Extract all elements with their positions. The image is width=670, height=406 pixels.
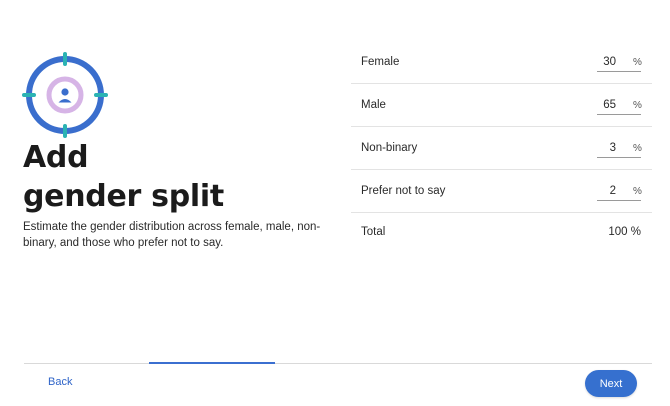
progress-bar	[24, 362, 652, 364]
next-button[interactable]: Next	[585, 370, 637, 397]
page-description: Estimate the gender distribution across …	[23, 221, 321, 249]
prefer-not-to-say-percent-unit: %	[633, 186, 642, 197]
female-label: Female	[361, 56, 400, 68]
non-binary-percent-unit: %	[633, 143, 642, 154]
progress-bar-fill	[149, 362, 275, 364]
form-row-non-binary: Non-binary %	[351, 127, 652, 170]
form-row-total: Total 100 %	[351, 213, 652, 249]
back-button[interactable]: Back	[40, 372, 80, 392]
non-binary-label: Non-binary	[361, 142, 418, 154]
male-label: Male	[361, 99, 386, 111]
page-title-line-1: Add	[23, 140, 89, 175]
form-row-male: Male %	[351, 84, 652, 127]
page-title: Add gender split	[23, 138, 224, 216]
total-label: Total	[361, 226, 386, 238]
form-row-female: Female %	[351, 41, 652, 84]
page-title-line-2: gender split	[23, 179, 224, 214]
total-value: 100 %	[608, 226, 641, 238]
form-row-prefer-not-to-say: Prefer not to say %	[351, 170, 652, 213]
male-percent-unit: %	[633, 100, 642, 111]
prefer-not-to-say-label: Prefer not to say	[361, 185, 446, 197]
target-person-icon	[22, 52, 108, 138]
gender-split-form: Female % Male % Non-binary % Prefer not …	[351, 41, 652, 249]
female-percent-unit: %	[633, 57, 642, 68]
